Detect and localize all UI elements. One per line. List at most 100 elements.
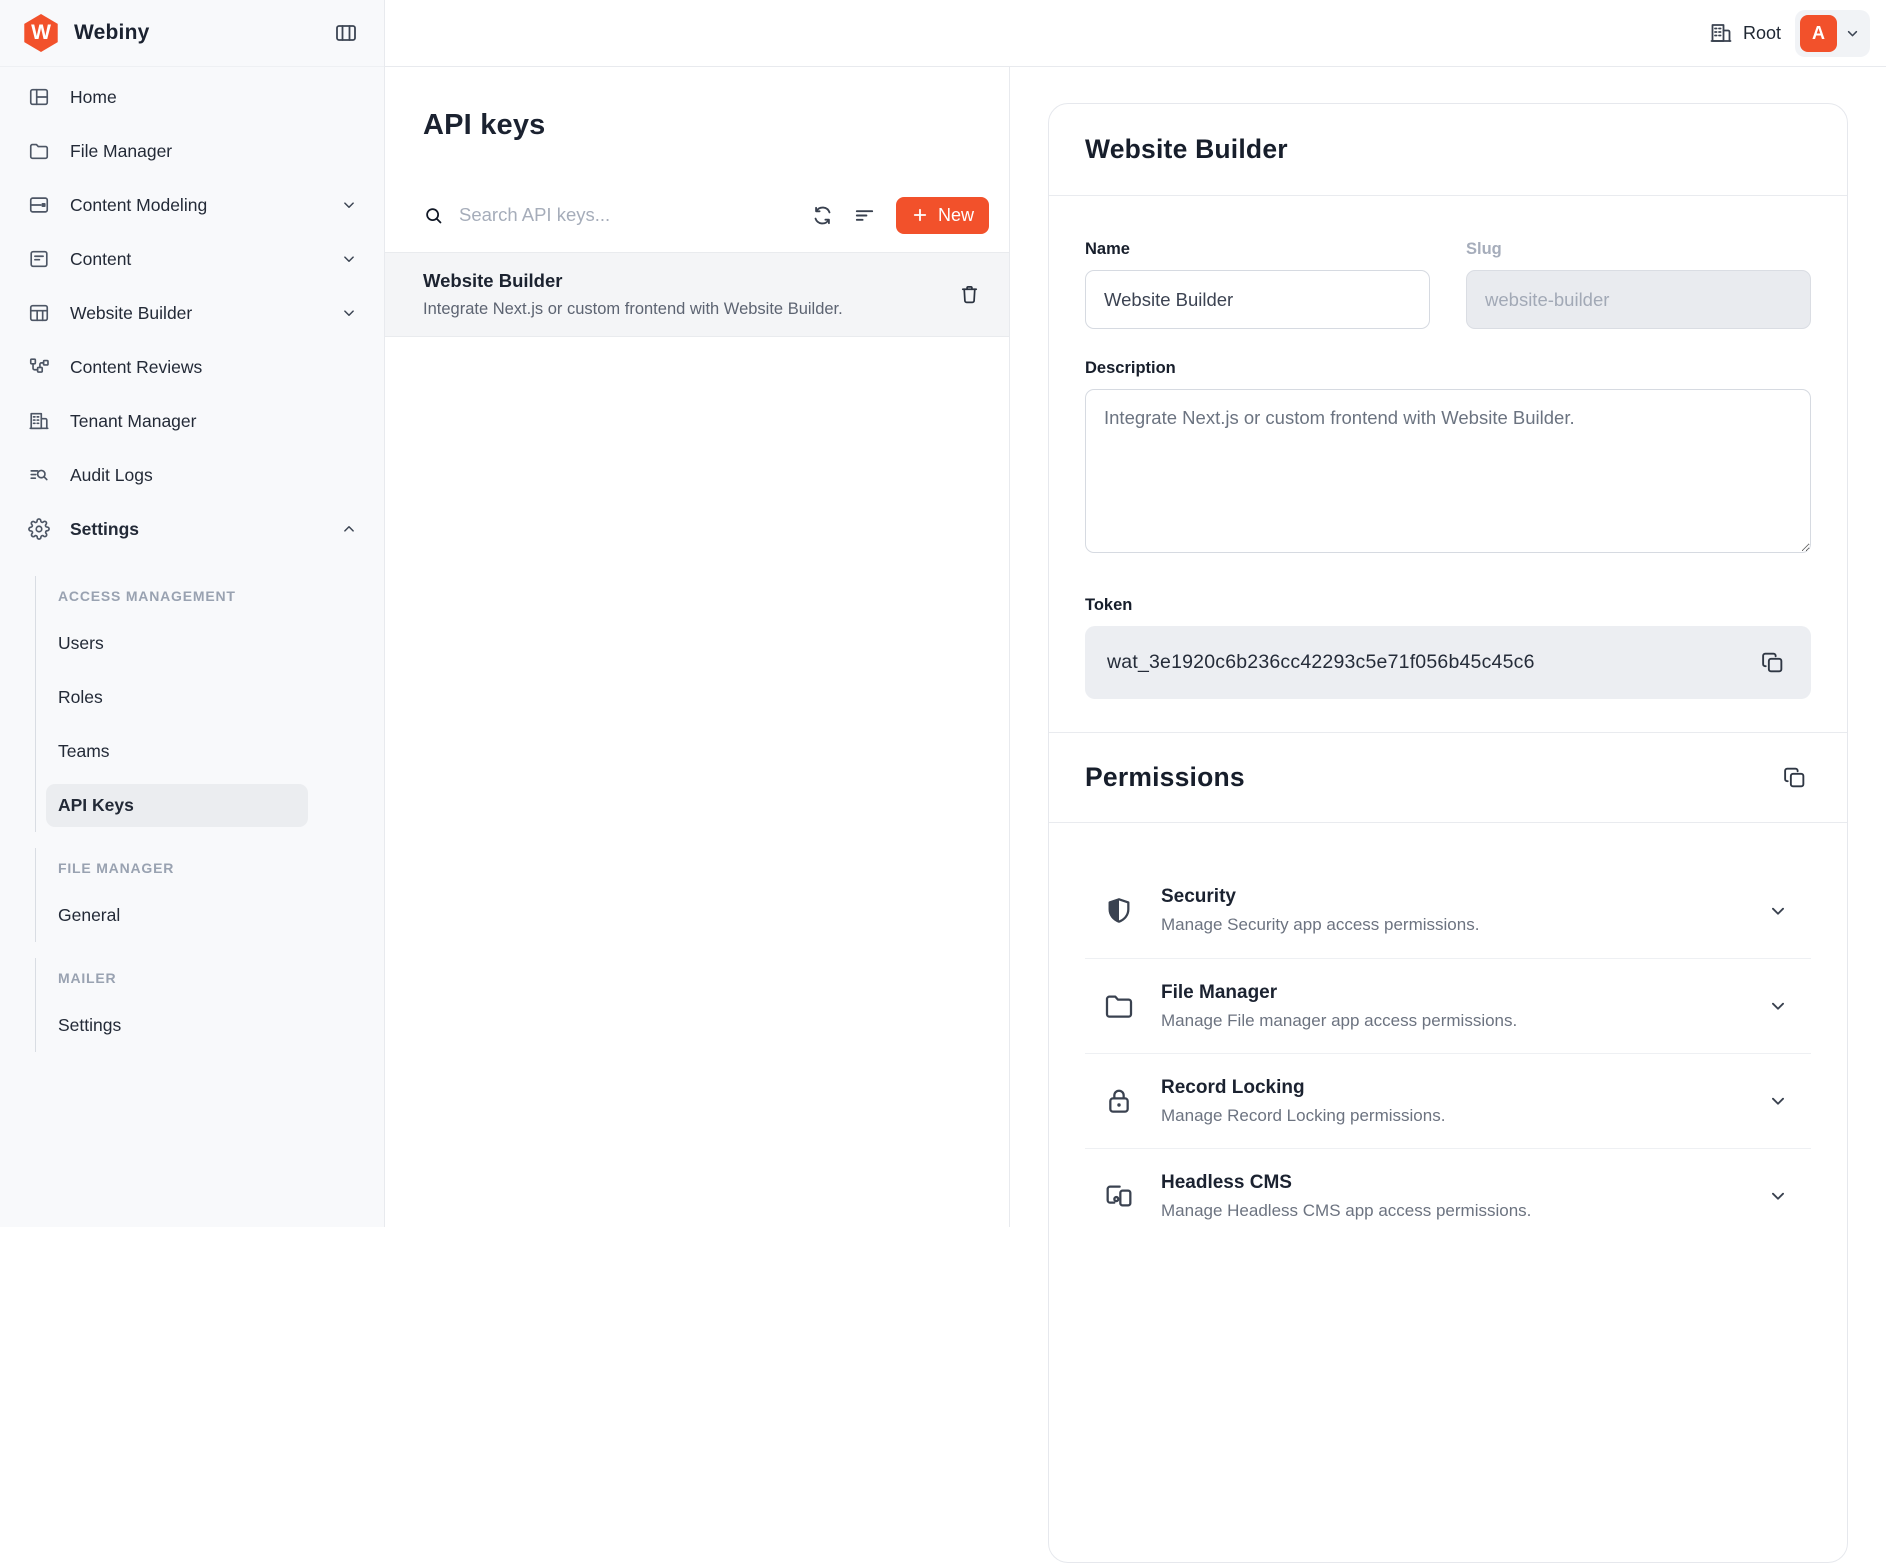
sidebar-item-label: Settings (46, 1004, 308, 1047)
building-icon (1709, 21, 1733, 45)
search-icon (423, 205, 444, 226)
refresh-button[interactable] (806, 199, 839, 232)
sidebar-item-mailer-settings[interactable]: Settings (35, 998, 384, 1052)
copy-icon (1760, 650, 1785, 675)
sidebar-item-file-manager[interactable]: File Manager (0, 124, 384, 178)
name-field-group: Name (1085, 240, 1430, 329)
description-field[interactable]: Integrate Next.js or custom frontend wit… (1085, 389, 1811, 553)
sidebar-header: W Webiny (0, 0, 384, 67)
shield-icon (1103, 895, 1135, 927)
content-row: API keys New (385, 67, 1886, 1227)
section-label-access-management: ACCESS MANAGEMENT (35, 576, 384, 616)
sidebar-item-content-modeling[interactable]: Content Modeling (0, 178, 384, 232)
new-api-key-button[interactable]: New (896, 197, 989, 234)
search-input[interactable] (457, 203, 797, 227)
user-menu-button[interactable]: A (1795, 10, 1870, 57)
permission-name: Record Locking (1161, 1077, 1445, 1099)
sidebar-item-audit-logs[interactable]: Audit Logs (0, 448, 384, 502)
page-title: API keys (423, 109, 1009, 142)
sidebar-item-label: Roles (46, 676, 308, 719)
permission-texts: Headless CMS Manage Headless CMS app acc… (1161, 1172, 1531, 1221)
gear-icon (28, 518, 50, 540)
sidebar-item-label: Teams (46, 730, 308, 773)
name-field[interactable] (1085, 270, 1430, 329)
detail-form: Name Slug Description Integrate Next.js … (1049, 196, 1847, 732)
search-row: New (423, 196, 989, 234)
list-item-texts: Website Builder Integrate Next.js or cus… (423, 270, 843, 319)
api-key-description: Integrate Next.js or custom frontend wit… (423, 300, 843, 319)
sidebar-item-label: API Keys (46, 784, 308, 827)
sidebar-item-home[interactable]: Home (0, 70, 384, 124)
detail-title: Website Builder (1085, 134, 1811, 165)
name-label: Name (1085, 240, 1430, 259)
sidebar-item-general[interactable]: General (35, 888, 384, 942)
app-layout: W Webiny Home File Manager Content Model… (0, 0, 1886, 1227)
chevron-down-icon (1767, 1090, 1789, 1112)
sidebar-item-label: Users (46, 622, 308, 665)
token-box: wat_3e1920c6b236cc42293c5e71f056b45c45c6 (1085, 626, 1811, 699)
sidebar-item-label: File Manager (70, 141, 172, 162)
chevron-down-icon (1767, 1185, 1789, 1207)
list-item[interactable]: Website Builder Integrate Next.js or cus… (385, 252, 1009, 337)
sidebar-item-label: Content Modeling (70, 195, 207, 216)
permission-name: Headless CMS (1161, 1172, 1531, 1194)
chevron-down-icon (340, 250, 358, 268)
api-keys-list-panel: API keys New (385, 67, 1010, 1227)
chevron-down-icon (340, 304, 358, 322)
home-icon (28, 86, 50, 108)
sidebar-item-content[interactable]: Content (0, 232, 384, 286)
sort-icon (853, 204, 876, 227)
plus-icon (911, 206, 929, 224)
delete-api-key-button[interactable] (954, 279, 985, 310)
sidebar-item-roles[interactable]: Roles (35, 670, 384, 724)
sidebar-nav: Home File Manager Content Modeling Conte… (0, 67, 384, 1052)
lock-icon (1103, 1085, 1135, 1117)
workflow-icon (28, 356, 50, 378)
permission-description: Manage Record Locking permissions. (1161, 1106, 1445, 1126)
sidebar-item-api-keys[interactable]: API Keys (35, 778, 384, 832)
slug-label: Slug (1466, 240, 1811, 259)
sidebar-item-content-reviews[interactable]: Content Reviews (0, 340, 384, 394)
permission-row-file-manager[interactable]: File Manager Manage File manager app acc… (1085, 958, 1811, 1053)
tenant-selector[interactable]: Root (1709, 21, 1781, 45)
permission-row-record-locking[interactable]: Record Locking Manage Record Locking per… (1085, 1053, 1811, 1148)
topbar: Root A (385, 0, 1886, 67)
avatar: A (1800, 15, 1837, 52)
api-keys-list: Website Builder Integrate Next.js or cus… (385, 252, 1009, 337)
sidebar-item-users[interactable]: Users (35, 616, 384, 670)
permissions-header: Permissions (1049, 732, 1847, 822)
copy-permissions-button[interactable] (1778, 761, 1811, 794)
permission-description: Manage File manager app access permissio… (1161, 1011, 1517, 1031)
sidebar-collapse-button[interactable] (330, 17, 362, 49)
token-label: Token (1085, 596, 1811, 615)
list-search-icon (28, 464, 50, 486)
sidebar-item-website-builder[interactable]: Website Builder (0, 286, 384, 340)
sidebar-item-teams[interactable]: Teams (35, 724, 384, 778)
description-field-group: Description Integrate Next.js or custom … (1085, 359, 1811, 558)
permission-row-security[interactable]: Security Manage Security app access perm… (1085, 863, 1811, 958)
chevron-down-icon (1844, 25, 1861, 42)
section-label-file-manager: FILE MANAGER (35, 848, 384, 888)
chevron-down-icon (340, 196, 358, 214)
detail-header: Website Builder (1049, 104, 1847, 196)
main-area: Root A API keys (385, 0, 1886, 1227)
content-icon (28, 248, 50, 270)
permission-description: Manage Security app access permissions. (1161, 915, 1479, 935)
sidebar-item-tenant-manager[interactable]: Tenant Manager (0, 394, 384, 448)
sort-button[interactable] (848, 199, 881, 232)
copy-token-button[interactable] (1756, 646, 1789, 679)
sidebar-item-settings[interactable]: Settings (0, 502, 384, 556)
permissions-title: Permissions (1085, 762, 1245, 793)
name-slug-row: Name Slug (1085, 240, 1811, 329)
panel-toggle-icon (334, 21, 358, 45)
section-label-mailer: MAILER (35, 958, 384, 998)
permission-row-headless-cms[interactable]: Headless CMS Manage Headless CMS app acc… (1085, 1148, 1811, 1243)
copy-icon (1782, 765, 1807, 790)
sidebar: W Webiny Home File Manager Content Model… (0, 0, 385, 1227)
sidebar-item-label: Content Reviews (70, 357, 202, 378)
sidebar-item-label: General (46, 894, 308, 937)
permission-name: Security (1161, 886, 1479, 908)
description-label: Description (1085, 359, 1811, 378)
chevron-down-icon (1767, 900, 1789, 922)
table-icon (28, 302, 50, 324)
